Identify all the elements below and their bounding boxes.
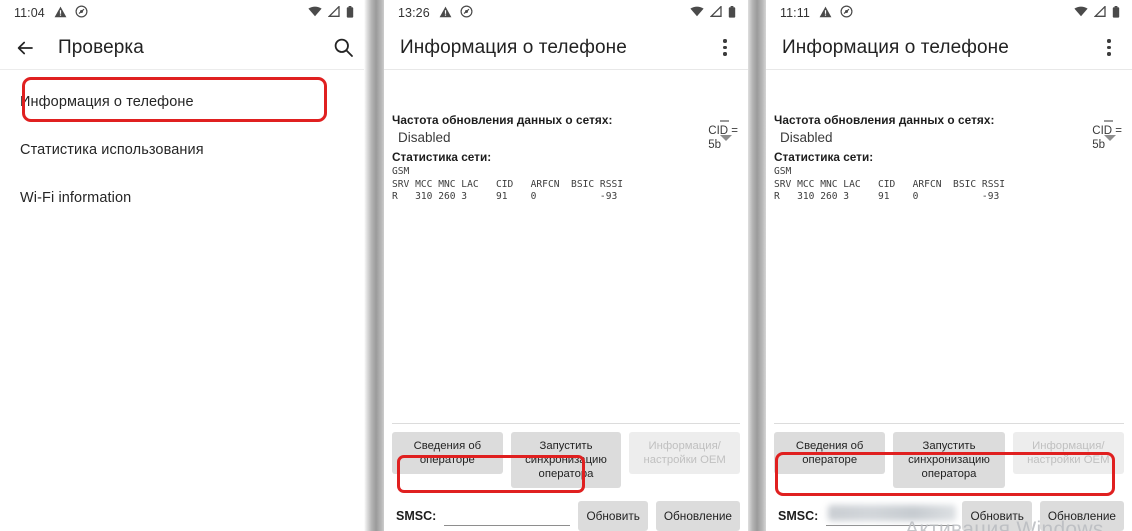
phone-info-body: CID = 5b Частота обновления данных о сет… [766, 113, 1132, 531]
smsc-input[interactable] [444, 507, 571, 526]
wifi-icon [690, 6, 704, 20]
smsc-row: SMSC: Обновить Обновление [774, 501, 1124, 531]
bottom-controls: Сведения об операторе Запустить синхрони… [384, 423, 748, 531]
warning-triangle-icon [819, 6, 832, 21]
smsc-field[interactable]: SMSC: [774, 501, 955, 531]
smsc-label: SMSC: [396, 509, 437, 523]
app-bar: Информация о телефоне [384, 26, 748, 70]
wifi-icon [1074, 6, 1088, 20]
panel-separator-1 [364, 0, 386, 531]
smsc-row: SMSC: Обновить Обновление [392, 501, 740, 531]
back-arrow-icon[interactable] [14, 37, 36, 59]
smsc-field[interactable]: SMSC: [392, 501, 571, 531]
cid-readout: CID = 5b [1092, 120, 1122, 152]
panel-phone-info-empty: 13:26 Информация о телефоне CID = 5b Час… [384, 0, 748, 531]
smsc-refresh-button[interactable]: Обновление [1039, 501, 1124, 531]
panel-separator-2 [745, 0, 767, 531]
panel-settings-check: 11:04 Проверка Информация о телефоне Ста… [0, 0, 366, 531]
bottom-controls: Сведения об операторе Запустить синхрони… [766, 423, 1132, 531]
list-item-wifi-information[interactable]: Wi-Fi information [0, 174, 366, 222]
divider [392, 423, 740, 424]
settings-list: Информация о телефоне Статистика использ… [0, 70, 366, 222]
smsc-input[interactable] [826, 507, 955, 526]
network-stats-label: Статистика сети: [392, 150, 492, 164]
search-icon[interactable] [333, 37, 354, 58]
refresh-rate-value: Disabled [780, 130, 833, 145]
warning-triangle-icon [439, 6, 452, 21]
refresh-rate-dropdown[interactable]: Disabled [392, 130, 740, 145]
cid-dash-marker [720, 120, 730, 122]
operator-info-button[interactable]: Сведения об операторе [774, 432, 886, 474]
smsc-update-button[interactable]: Обновить [578, 501, 648, 531]
status-bar: 13:26 [384, 0, 748, 26]
network-stats-table: GSM SRV MCC MNC LAC CID ARFCN BSIC RSSI … [392, 166, 624, 202]
oem-info-button: Информация/ настройки OEM [629, 432, 741, 474]
battery-icon [728, 5, 736, 21]
status-bar: 11:11 [766, 0, 1132, 26]
refresh-rate-value: Disabled [398, 130, 451, 145]
list-item-label: Статистика использования [20, 142, 204, 158]
smsc-label: SMSC: [778, 509, 819, 523]
screenshot-stage: 11:04 Проверка Информация о телефоне Ста… [0, 0, 1132, 531]
phone-info-body: CID = 5b Частота обновления данных о сет… [384, 113, 748, 531]
cid-line-1: CID = [1092, 124, 1122, 137]
network-stats-label: Статистика сети: [774, 150, 874, 164]
refresh-rate-label: Частота обновления данных о сетях: [774, 113, 995, 127]
status-bar-right-icons [308, 5, 354, 21]
signal-icon [1093, 5, 1106, 20]
app-bar: Информация о телефоне [766, 26, 1132, 70]
operator-info-button[interactable]: Сведения об операторе [392, 432, 503, 474]
kebab-menu-icon[interactable] [1098, 37, 1120, 59]
smsc-refresh-button[interactable]: Обновление [655, 501, 740, 531]
status-bar: 11:04 [0, 0, 366, 26]
signal-icon [709, 5, 722, 20]
status-bar-right-icons [690, 5, 736, 21]
operator-sync-button[interactable]: Запустить синхронизацию оператора [893, 432, 1005, 488]
app-bar: Проверка [0, 26, 366, 70]
network-settings-section: Частота обновления данных о сетях: Disab… [384, 113, 748, 204]
list-item-phone-info[interactable]: Информация о телефоне [0, 78, 366, 126]
signal-icon [327, 5, 340, 20]
status-bar-left-icons [819, 5, 853, 21]
operator-sync-button[interactable]: Запустить синхронизацию оператора [510, 432, 622, 488]
page-title: Проверка [58, 36, 144, 58]
operator-button-row: Сведения об операторе Запустить синхрони… [774, 432, 1124, 488]
status-bar-time: 11:11 [780, 6, 810, 20]
warning-triangle-icon [54, 6, 67, 21]
status-bar-left-icons [439, 5, 473, 21]
status-bar-time: 13:26 [398, 6, 430, 20]
status-bar-left-icons [54, 5, 88, 21]
cid-line-2: 5b [1092, 138, 1106, 151]
network-stats-table: GSM SRV MCC MNC LAC CID ARFCN BSIC RSSI … [774, 166, 1006, 202]
wifi-icon [308, 6, 322, 20]
do-not-disturb-icon [840, 5, 853, 21]
divider [774, 423, 1124, 424]
cid-readout: CID = 5b [708, 120, 738, 152]
list-item-label: Wi-Fi information [20, 190, 132, 206]
network-settings-section: Частота обновления данных о сетях: Disab… [766, 113, 1132, 204]
cid-line-2: 5b [708, 138, 722, 151]
status-bar-right-icons [1074, 5, 1120, 21]
panel-phone-info-filled: 11:11 Информация о телефоне CID = 5b Час… [766, 0, 1132, 531]
list-item-label: Информация о телефоне [20, 94, 194, 110]
page-title: Информация о телефоне [782, 36, 1009, 58]
refresh-rate-dropdown[interactable]: Disabled [774, 130, 1124, 145]
do-not-disturb-icon [460, 5, 473, 21]
cid-dash-marker [1104, 120, 1114, 122]
list-item-usage-stats[interactable]: Статистика использования [0, 126, 366, 174]
cid-line-1: CID = [708, 124, 738, 137]
status-bar-time: 11:04 [14, 6, 45, 20]
oem-info-button: Информация/ настройки OEM [1012, 432, 1124, 474]
operator-button-row: Сведения об операторе Запустить синхрони… [392, 432, 741, 488]
refresh-rate-label: Частота обновления данных о сетях: [392, 113, 613, 127]
battery-icon [1112, 5, 1120, 21]
kebab-menu-icon[interactable] [714, 37, 736, 59]
smsc-update-button[interactable]: Обновить [962, 501, 1032, 531]
battery-icon [346, 5, 354, 21]
do-not-disturb-icon [75, 5, 88, 21]
page-title: Информация о телефоне [400, 36, 627, 58]
